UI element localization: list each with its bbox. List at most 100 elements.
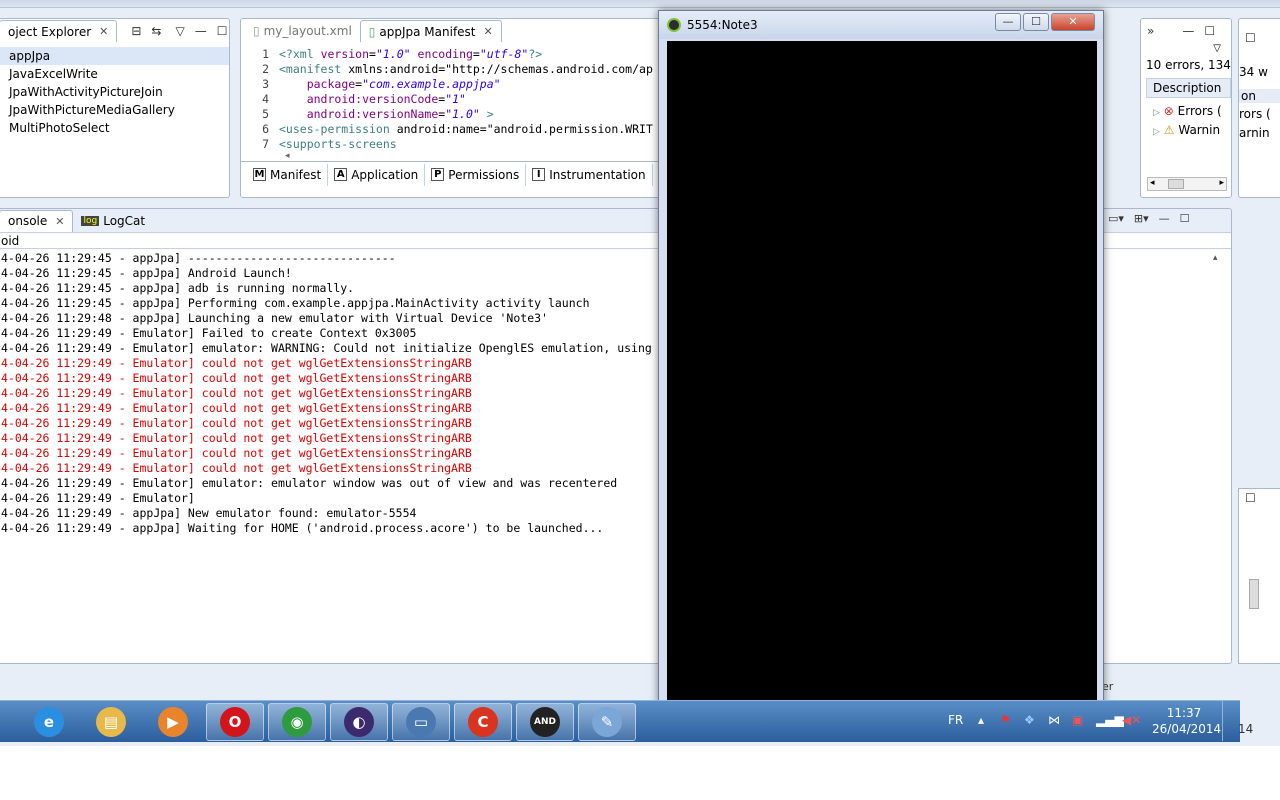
project-item[interactable]: appJpa [0,47,229,65]
show-hidden-icons[interactable]: ▴ [978,713,984,727]
minimize-icon[interactable]: — [1159,212,1170,225]
minimize-button[interactable]: — [995,13,1021,31]
taskbar-button[interactable]: ✎ [578,703,636,741]
close-icon[interactable]: ✕ [99,25,108,38]
problem-category[interactable]: ▷ ⚠ Warnin [1153,121,1231,140]
project-explorer-view: oject Explorer ✕ ⊟ ⇆ ▽ — ☐ appJpa JavaExc… [0,18,230,198]
close-icon[interactable]: ✕ [55,215,64,228]
emulator-window[interactable]: 5554:Note3 — ☐ ✕ [658,10,1104,711]
taskbar-button[interactable]: AND [516,703,574,741]
tab-logcat[interactable]: log LogCat [73,210,153,232]
project-item[interactable]: JpaWithPictureMediaGallery [0,101,229,119]
manifest-tab[interactable]: A Application [328,163,426,186]
view-menu-icon[interactable]: ▽ [1141,43,1231,54]
manifest-tab-icon: P [431,168,445,181]
editor-tab[interactable]: ▯ my_layout.xml [245,20,360,42]
tray-security-icon[interactable]: ▣ [1072,713,1083,727]
manifest-tab[interactable]: M Manifest [247,163,329,186]
code-editor[interactable]: 1 <?xml version="1.0" encoding="utf-8"?> 2… [241,43,659,151]
project-item[interactable]: JavaExcelWrite [0,65,229,83]
taskbar-button[interactable]: ◐ [330,703,388,741]
collapse-all-icon[interactable]: ⊟ [131,24,141,38]
tray-app-icon[interactable]: ⋈ [1048,713,1060,727]
taskbar-button[interactable]: ▤ [82,703,140,741]
manifest-tab[interactable]: I Instrumentation [526,163,653,186]
taskbar-button[interactable]: O [206,703,264,741]
vertical-scrollbar[interactable]: ▴ [1213,253,1227,633]
tab-project-explorer[interactable]: oject Explorer ✕ [0,20,118,42]
project-item[interactable]: MultiPhotoSelect [0,119,229,137]
taskbar-button[interactable]: C [454,703,512,741]
close-icon[interactable]: ✕ [484,25,493,38]
emulator-screen[interactable] [667,41,1097,711]
taskbar-button[interactable]: ▶ [144,703,202,741]
column-description[interactable]: Description [1146,78,1231,98]
maximize-icon[interactable]: ☐ [1239,19,1280,45]
horizontal-scrollbar[interactable]: ◂ [241,151,659,161]
code-line: 7 <supports-screens [241,137,659,151]
minimize-icon[interactable]: — [1182,24,1194,38]
error-icon: ⊗ [1163,104,1174,118]
manifest-tab[interactable]: P Permissions [425,163,527,186]
tab-console[interactable]: onsole ✕ [0,209,74,232]
project-item[interactable]: JpaWithActivityPictureJoin [0,83,229,101]
problem-label: Warnin [1178,123,1221,137]
manifest-tab-label: Manifest [270,167,322,182]
line-number: 2 [262,62,269,76]
problems-summary-partial: 34 w [1239,65,1268,79]
dropbox-icon[interactable]: ❖ [1024,713,1035,727]
maximize-icon[interactable]: ☐ [1180,212,1190,225]
eclipse-icon: ◐ [344,707,374,737]
warning-icon: ⚠ [1163,123,1175,137]
action-center-icon[interactable]: ⚑ [1000,713,1011,727]
clock[interactable]: 11:37 26/04/2014 [1152,705,1222,737]
open-console-icon[interactable]: ⊞▾ [1134,212,1149,225]
logcat-icon: log [81,215,100,226]
line-number: 6 [262,122,269,136]
emulator-title: 5554:Note3 [687,18,758,32]
close-button[interactable]: ✕ [1051,13,1095,31]
console-tab-label: LogCat [103,213,146,228]
code-line: 1 <?xml version="1.0" encoding="utf-8"?> [241,47,659,62]
editor-tab[interactable]: ▯ appJpa Manifest ✕ [359,20,502,42]
project-tree: appJpa JavaExcelWrite JpaWithActivityPictu… [0,43,229,137]
problem-category-partial: arnin [1239,126,1270,140]
editor-area: ▯ my_layout.xml ▯ appJpa Manifest ✕ 1 <?xml v… [240,18,660,198]
toolbar [0,0,1280,8]
internet-explorer-icon: e [34,707,64,737]
project-explorer-title: oject Explorer [8,24,92,39]
right-partial-view-lower: ☐ [1238,488,1280,664]
code-line: 3 package="com.example.appjpa" [241,77,659,92]
view-menu-icon[interactable]: ▽ [175,24,184,38]
maximize-button[interactable]: ☐ [1023,13,1049,31]
taskbar: e ▤ ▶ O ◉ ◐ ▭ C AND ✎ FR ▴ ⚑ ❖ ⋈ ▣ ▂▄▆ ◀✕ 11:37 2… [0,700,1240,742]
clock-time: 11:37 [1166,706,1202,720]
maximize-icon[interactable]: ☐ [1239,489,1280,505]
taskbar-button[interactable]: e [20,703,78,741]
taskbar-button[interactable]: ▭ [392,703,450,741]
maximize-icon[interactable]: ☐ [217,24,228,38]
show-desktop-button[interactable] [1222,701,1238,741]
maximize-icon[interactable]: ☐ [1204,24,1215,38]
opera-icon: O [220,707,250,737]
code-line: 5 android:versionName="1.0" > [241,107,659,122]
clock-date: 26/04/2014 [1152,722,1222,736]
line-number: 7 [262,137,269,151]
console-toolbar: ▭▾ ⊞▾ — ☐ [1108,212,1190,225]
manifest-tab-icon: M [253,168,266,181]
column-partial: on [1239,89,1280,103]
scrollbar-thumb[interactable] [1249,579,1259,609]
network-icon[interactable]: ▂▄▆ [1096,713,1124,727]
taskbar-button[interactable]: ◉ [268,703,326,741]
line-number: 5 [262,107,269,121]
more-views-icon[interactable]: » [1147,24,1154,38]
display-console-icon[interactable]: ▭▾ [1108,212,1124,225]
language-indicator[interactable]: FR [948,713,963,727]
horizontal-scrollbar[interactable]: ◂ ▸ [1147,177,1227,191]
line-number: 4 [262,92,269,106]
minimize-icon[interactable]: — [195,24,207,38]
code-line: 4 android:versionCode="1" [241,92,659,107]
problem-category[interactable]: ▷ ⊗ Errors ( [1153,102,1231,121]
volume-muted-icon[interactable]: ◀✕ [1122,713,1141,727]
link-editor-icon[interactable]: ⇆ [151,24,161,38]
